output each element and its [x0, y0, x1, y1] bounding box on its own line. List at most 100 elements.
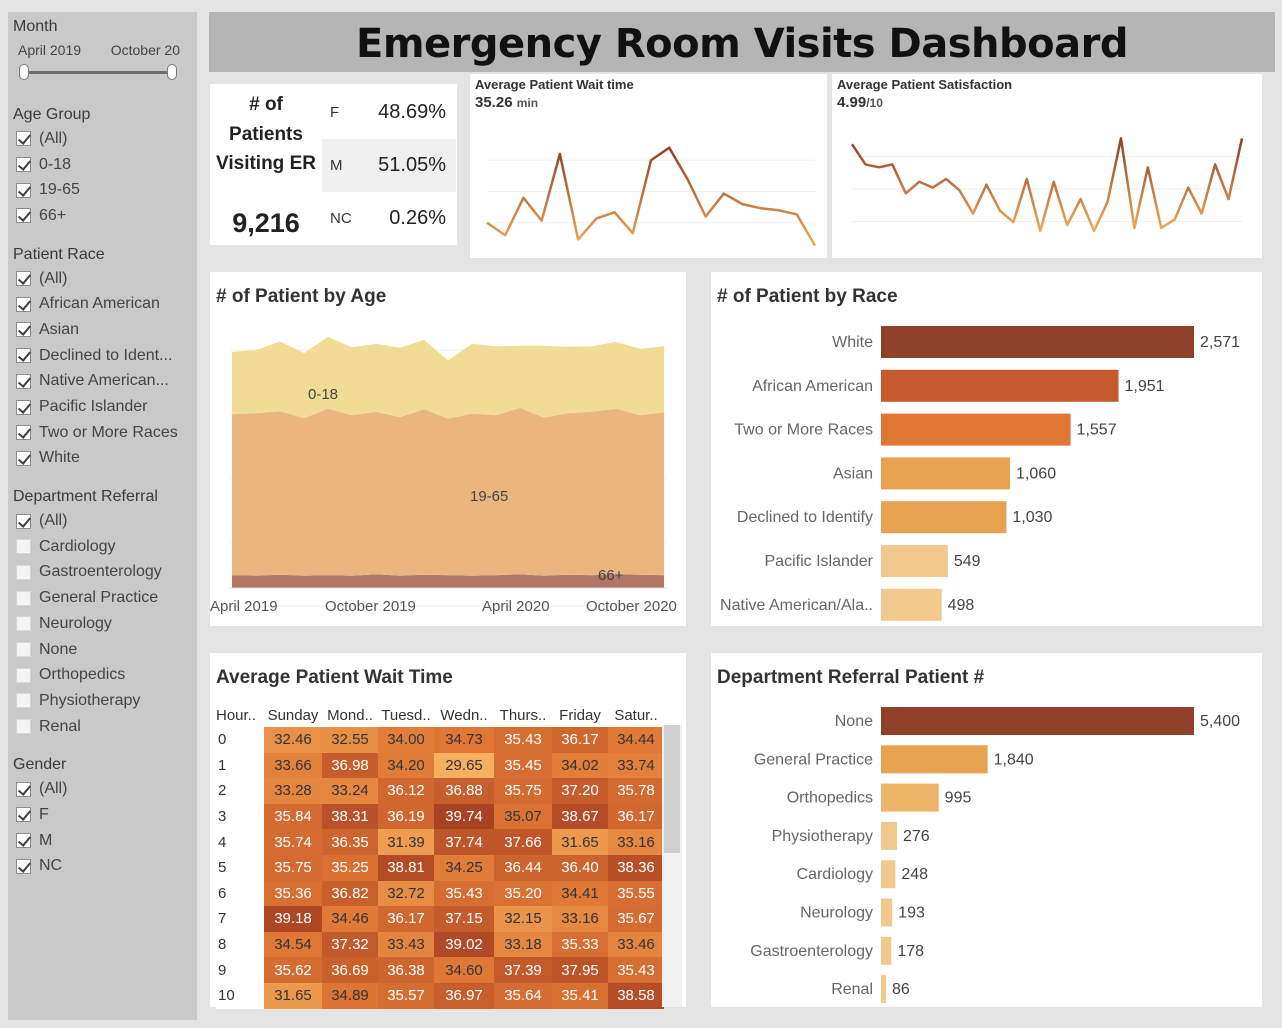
- department-checkbox[interactable]: [16, 693, 31, 709]
- heatmap-row: 8 34.54 37.32 33.43 39.02 33.18 35.33 33.46: [216, 931, 664, 958]
- month-filter-title: Month: [13, 18, 58, 35]
- department-option[interactable]: Cardiology: [13, 534, 197, 560]
- department-option[interactable]: Renal: [13, 714, 197, 740]
- department-option[interactable]: Physiotherapy: [13, 688, 197, 714]
- heatmap-cell: 35.75: [494, 778, 552, 804]
- race-checkbox[interactable]: [16, 322, 31, 338]
- age-group-checkbox[interactable]: [16, 208, 31, 224]
- heatmap-cell: 32.15: [494, 906, 552, 932]
- race-option[interactable]: Pacific Islander: [13, 394, 197, 420]
- age-group-checkbox[interactable]: [16, 131, 31, 147]
- department-checkbox[interactable]: [16, 667, 31, 683]
- gender-row-f: F 48.69%: [322, 86, 456, 139]
- month-range-slider[interactable]: [19, 64, 177, 82]
- race-option[interactable]: Two or More Races: [13, 420, 197, 446]
- department-checkbox[interactable]: [16, 539, 31, 555]
- department-checkbox[interactable]: [16, 719, 31, 735]
- race-checkbox[interactable]: [16, 271, 31, 287]
- heatmap-row: 2 33.28 33.24 36.12 36.88 35.75 37.20 35.78: [216, 778, 664, 804]
- race-checkbox[interactable]: [16, 399, 31, 415]
- race-checkbox[interactable]: [16, 296, 31, 312]
- heatmap-scrollbar[interactable]: [662, 725, 682, 1007]
- heatmap-cell: 36.98: [322, 752, 378, 779]
- gender-checkbox[interactable]: [16, 858, 31, 874]
- age-group-checkbox[interactable]: [16, 157, 31, 173]
- race-option[interactable]: White: [13, 446, 197, 472]
- heatmap-hour-label: 2: [216, 778, 264, 804]
- gender-option[interactable]: (All): [13, 776, 197, 802]
- slider-start-handle[interactable]: [19, 64, 29, 80]
- department-option[interactable]: General Practice: [13, 585, 197, 611]
- department-option[interactable]: Gastroenterology: [13, 560, 197, 586]
- department-checkbox[interactable]: [16, 564, 31, 580]
- heatmap-cell: 36.97: [434, 982, 494, 1009]
- heatmap-row: 7 39.18 34.46 36.17 37.15 32.15 33.16 35.67: [216, 906, 664, 932]
- band-label-19-65: 19-65: [470, 488, 509, 505]
- department-option-label: Gastroenterology: [39, 563, 162, 581]
- wait-spark-value: 35.26 min: [475, 94, 538, 111]
- race-option[interactable]: Asian: [13, 317, 197, 343]
- heatmap-row: 9 35.62 36.69 36.38 34.60 37.39 37.95 35.43: [216, 957, 664, 983]
- bar-category-label: Renal: [831, 981, 873, 998]
- department-checkbox[interactable]: [16, 642, 31, 658]
- x-tick-label: October 2020: [586, 598, 677, 615]
- gender-checkbox[interactable]: [16, 781, 31, 797]
- heatmap-cell: 35.07: [494, 803, 552, 830]
- department-option[interactable]: (All): [13, 508, 197, 534]
- bar-category-label: Gastroenterology: [750, 943, 873, 960]
- race-checkbox[interactable]: [16, 425, 31, 441]
- race-option[interactable]: African American: [13, 291, 197, 317]
- bar-category-label: Neurology: [800, 905, 873, 922]
- scrollbar-thumb[interactable]: [664, 725, 680, 853]
- heatmap-hour-label: 9: [216, 957, 264, 983]
- race-bar-chart: White 2,571 African American 1,951 Two or Mo…: [720, 326, 1240, 621]
- wait-unit: min: [516, 96, 539, 110]
- age-group-option[interactable]: (All): [13, 126, 197, 152]
- heatmap-column-header: Satur..: [614, 706, 658, 724]
- race-option-label: (All): [39, 269, 68, 287]
- gender-checkbox[interactable]: [16, 833, 31, 849]
- age-group-option[interactable]: 66+: [13, 203, 197, 229]
- bar-value-label: 2,571: [1200, 334, 1240, 351]
- department-option[interactable]: None: [13, 637, 197, 663]
- heatmap-hour-label: 8: [216, 931, 264, 958]
- department-checkbox[interactable]: [16, 590, 31, 606]
- area-band-0-18: [232, 336, 664, 419]
- heatmap-cell: 34.00: [378, 727, 434, 753]
- heatmap-cell: 35.45: [494, 752, 552, 779]
- heatmap-cell: 33.18: [494, 931, 552, 958]
- bar-value-label: 1,557: [1077, 422, 1117, 439]
- age-group-option[interactable]: 19-65: [13, 177, 197, 203]
- heatmap-cell: 34.20: [378, 752, 434, 779]
- race-option[interactable]: Declined to Ident...: [13, 343, 197, 369]
- age-group-checkbox[interactable]: [16, 182, 31, 198]
- gender-checkbox[interactable]: [16, 807, 31, 823]
- slider-end-handle[interactable]: [167, 64, 177, 80]
- race-checkbox[interactable]: [16, 348, 31, 364]
- heatmap-cell: 35.55: [608, 880, 664, 907]
- spark-line: [486, 146, 817, 247]
- bar-category-label: Two or More Races: [734, 422, 873, 439]
- race-option[interactable]: Native American...: [13, 369, 197, 395]
- bar-value-label: 178: [897, 943, 924, 960]
- age-group-option[interactable]: 0-18: [13, 152, 197, 178]
- race-checkbox[interactable]: [16, 450, 31, 466]
- department-option[interactable]: Neurology: [13, 611, 197, 637]
- gender-option[interactable]: M: [13, 828, 197, 854]
- heatmap-cell: 34.25: [434, 854, 494, 881]
- race-option-label: Declined to Ident...: [39, 346, 173, 364]
- gender-option[interactable]: NC: [13, 854, 197, 880]
- race-checkbox[interactable]: [16, 373, 31, 389]
- bar: [881, 545, 948, 577]
- wait-time-heatmap-panel: Average Patient Wait Time Hour.. Sunday Mo…: [210, 653, 686, 1009]
- department-checkbox[interactable]: [16, 513, 31, 529]
- department-option[interactable]: Orthopedics: [13, 662, 197, 688]
- gender-option[interactable]: F: [13, 802, 197, 828]
- bar-category-label: Cardiology: [797, 866, 873, 883]
- heatmap-cell: 34.60: [434, 957, 494, 983]
- race-option[interactable]: (All): [13, 266, 197, 292]
- department-checkbox[interactable]: [16, 616, 31, 632]
- bar-value-label: 193: [898, 905, 925, 922]
- heatmap-cell: 35.33: [552, 931, 608, 958]
- gender-row-m: M 51.05%: [322, 139, 456, 192]
